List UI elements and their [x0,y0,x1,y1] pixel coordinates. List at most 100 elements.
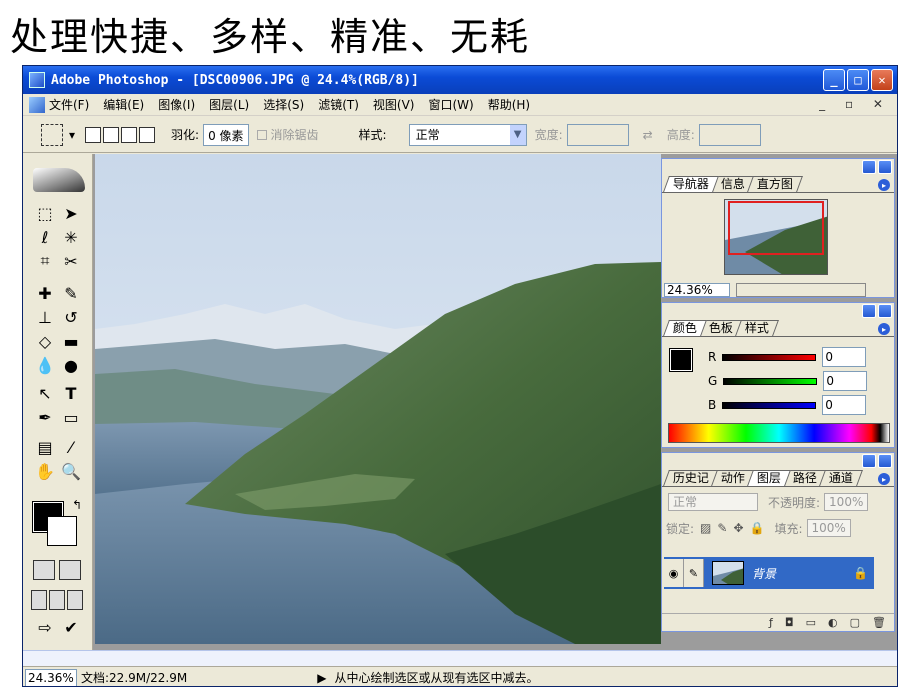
checkmark-icon[interactable]: ✔ [59,616,83,638]
eraser-icon[interactable]: ◇ [33,330,57,352]
width-input[interactable] [566,123,629,146]
menu-layer[interactable]: 图层(L) [209,96,249,113]
delete-layer-icon[interactable]: 🗑 [872,616,886,629]
feather-input[interactable]: 0 像素 [203,123,249,146]
red-slider[interactable] [722,353,817,361]
blue-slider[interactable] [722,401,817,409]
rectangle-shape-icon[interactable]: ▭ [59,406,83,428]
blue-value[interactable]: 0 [822,395,867,415]
new-selection-icon[interactable] [85,126,102,143]
menu-select[interactable]: 选择(S) [263,96,304,113]
history-brush-icon[interactable]: ↺ [59,306,83,328]
maximize-button[interactable]: □ [847,69,869,91]
jump-to-imageready-icon[interactable]: ⇨ [33,616,57,638]
blend-mode-select[interactable]: 正常 [668,493,758,511]
opacity-field[interactable]: 100% [824,493,869,511]
horizontal-scrollbar[interactable] [23,650,897,666]
layer-mask-icon[interactable]: ◘ [785,616,794,629]
lock-all-icon[interactable]: 🔒 [750,521,765,535]
navigator-zoom-slider[interactable] [736,283,866,297]
fill-field[interactable]: 100% [806,519,851,537]
hand-icon[interactable]: ✋ [33,460,57,482]
new-group-icon[interactable]: ▭ [806,616,816,629]
eye-icon[interactable]: ◉ [664,559,684,587]
screen-mode-standard-button[interactable] [31,590,47,610]
background-color-swatch[interactable] [47,516,77,546]
menu-filter[interactable]: 滤镜(T) [318,96,359,113]
notes-icon[interactable]: ▤ [33,436,57,458]
dodge-icon[interactable]: ● [59,354,83,376]
slice-icon[interactable]: ✂ [59,250,83,272]
crop-icon[interactable]: ⌗ [33,250,57,272]
red-value[interactable]: 0 [822,347,867,367]
minimize-button[interactable]: _ [823,69,845,91]
menu-edit[interactable]: 编辑(E) [103,96,144,113]
panel-minimize-icon[interactable] [862,304,876,318]
eyedropper-icon[interactable]: ⁄ [59,436,83,458]
marquee-tool-preset-icon[interactable] [41,123,63,146]
screen-mode-full-menu-button[interactable] [49,590,65,610]
type-tool-icon[interactable]: T [59,382,83,404]
tab-channels[interactable]: 通道 [819,470,863,486]
status-menu-arrow-icon[interactable]: ▶ [317,671,326,685]
height-input[interactable] [698,123,761,146]
move-tool-icon[interactable]: ➤ [59,202,83,224]
standard-mode-button[interactable] [33,560,55,580]
navigator-zoom-field[interactable]: 24.36% [664,283,730,297]
panel-close-icon[interactable] [878,304,892,318]
document-icon[interactable] [29,96,45,113]
preset-dropdown-arrow-icon[interactable]: ▾ [69,128,75,142]
screen-mode-full-button[interactable] [67,590,83,610]
pen-icon[interactable]: ✒ [33,406,57,428]
menu-image[interactable]: 图像(I) [158,96,195,113]
green-value[interactable]: 0 [823,371,868,391]
quick-mask-button[interactable] [59,560,81,580]
magic-wand-icon[interactable]: ✳ [59,226,83,248]
clone-stamp-icon[interactable]: ⊥ [33,306,57,328]
green-slider[interactable] [723,377,818,385]
panel-menu-icon[interactable]: ▸ [878,473,890,485]
brush-link-icon[interactable]: ✎ [684,559,704,587]
style-select[interactable]: 正常 ▼ [408,123,527,146]
intersect-selection-icon[interactable] [139,126,156,143]
subtract-selection-icon[interactable] [121,126,138,143]
layer-row-background[interactable]: ◉ ✎ 背景 🔒 [664,557,874,589]
tab-history[interactable]: 历史记 [663,470,719,486]
antialias-checkbox[interactable] [256,129,267,140]
brush-icon[interactable]: ✎ [59,282,83,304]
lock-position-icon[interactable]: ✥ [733,521,743,535]
menu-file[interactable]: 文件(F) [49,96,89,113]
swap-colors-icon[interactable]: ↰ [65,494,89,516]
gradient-icon[interactable]: ▬ [59,330,83,352]
lasso-icon[interactable]: ℓ [33,226,57,248]
menu-help[interactable]: 帮助(H) [488,96,530,113]
new-layer-icon[interactable]: ▢ [850,616,860,629]
document-canvas[interactable] [95,154,661,644]
color-foreground-swatch[interactable] [669,348,693,372]
panel-menu-icon[interactable]: ▸ [878,323,890,335]
swap-dimensions-icon[interactable]: ⇄ [643,128,653,142]
menu-view[interactable]: 视图(V) [373,96,415,113]
add-selection-icon[interactable] [103,126,120,143]
close-button[interactable]: ✕ [871,69,893,91]
photoshop-feather-icon[interactable] [33,168,85,192]
panel-close-icon[interactable] [878,454,892,468]
menu-window[interactable]: 窗口(W) [428,96,473,113]
panel-close-icon[interactable] [878,160,892,174]
layer-style-icon[interactable]: ƒ [769,616,773,629]
color-spectrum-bar[interactable] [668,423,890,443]
blur-icon[interactable]: 💧 [33,354,57,376]
path-selection-icon[interactable]: ↖ [33,382,57,404]
lock-transparency-icon[interactable]: ▨ [700,521,711,535]
panel-minimize-icon[interactable] [862,160,876,174]
tab-styles[interactable]: 样式 [735,320,779,336]
tab-navigator[interactable]: 导航器 [663,176,719,192]
rectangular-marquee-icon[interactable]: ⬚ [33,202,57,224]
adjustment-layer-icon[interactable]: ◐ [828,616,838,629]
tab-histogram[interactable]: 直方图 [747,176,803,192]
tab-layers[interactable]: 图层 [747,470,791,486]
panel-minimize-icon[interactable] [862,454,876,468]
healing-brush-icon[interactable]: ✚ [33,282,57,304]
lock-image-icon[interactable]: ✎ [717,521,727,535]
tab-color[interactable]: 颜色 [663,320,707,336]
